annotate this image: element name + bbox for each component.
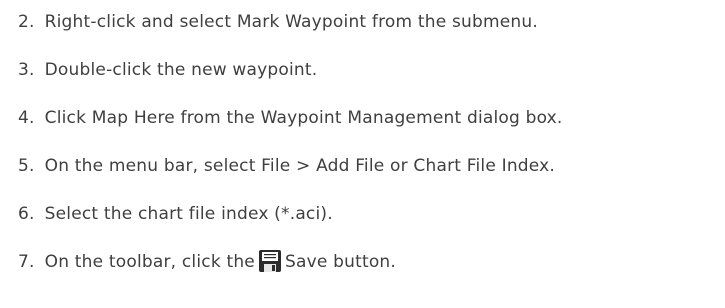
step-text-before: On the toolbar, click the xyxy=(44,252,255,272)
step-text-after: Save button. xyxy=(284,252,396,272)
step-text: Double-click the new waypoint. xyxy=(44,60,318,80)
step-text: Click Map Here from the Waypoint Managem… xyxy=(44,108,563,128)
step-5: 5. On the menu bar, select File > Add Fi… xyxy=(18,154,563,202)
step-text: Select the chart file index (*.aci). xyxy=(44,204,333,224)
save-icon xyxy=(258,250,281,272)
step-number: 6. xyxy=(18,204,35,224)
step-number: 3. xyxy=(18,60,35,80)
step-text: On the menu bar, select File > Add File … xyxy=(44,156,556,176)
step-number: 5. xyxy=(18,156,35,176)
step-number: 4. xyxy=(18,108,35,128)
step-4: 4. Click Map Here from the Waypoint Mana… xyxy=(18,106,563,154)
step-text: Right-click and select Mark Waypoint fro… xyxy=(44,12,538,32)
step-number: 2. xyxy=(18,12,35,32)
instruction-steps: 2. Right-click and select Mark Waypoint … xyxy=(18,10,563,298)
step-6: 6. Select the chart file index (*.aci). xyxy=(18,202,563,250)
step-7: 7. On the toolbar, click the Save button… xyxy=(18,250,563,298)
step-number: 7. xyxy=(18,252,35,272)
step-3: 3. Double-click the new waypoint. xyxy=(18,58,563,106)
step-2: 2. Right-click and select Mark Waypoint … xyxy=(18,10,563,58)
